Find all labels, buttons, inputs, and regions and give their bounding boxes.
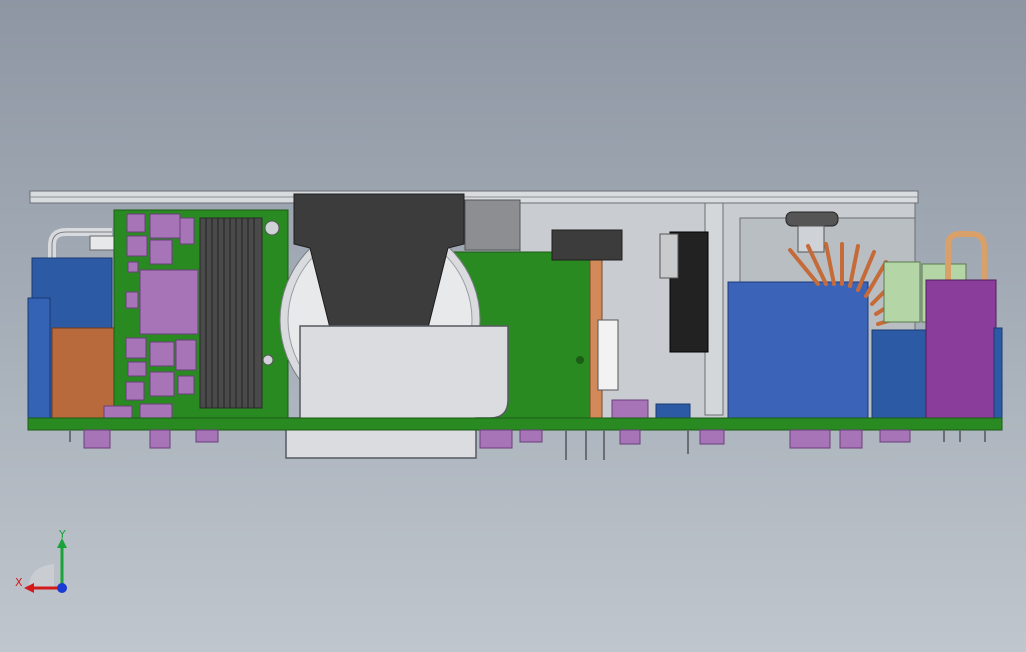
enclosure-bracket: [464, 199, 521, 251]
capacitor-copper-left: [51, 327, 115, 419]
capacitor-blue-right: [871, 329, 929, 421]
relay-housing: [551, 229, 623, 261]
power-supply-model[interactable]: [0, 0, 1026, 652]
bottom-components: [83, 429, 911, 449]
axis-y-label: Y: [58, 528, 66, 541]
axis-z-point: [57, 583, 67, 593]
mounting-screw-top: [264, 220, 280, 236]
capacitor-purple-right: [925, 279, 997, 421]
capacitor-blue-edge-right: [993, 327, 1003, 421]
small-ic-purple: [611, 399, 649, 419]
cover-plate: [285, 325, 509, 459]
cad-viewport[interactable]: Y X: [0, 0, 1026, 652]
heatsink-fins: [199, 217, 263, 409]
coordinate-triad-icon: Y X: [15, 528, 67, 593]
relay-body: [597, 319, 619, 391]
connector-block: [89, 235, 115, 251]
capacitor-blue-edge: [27, 297, 51, 419]
axis-x-label: X: [15, 576, 23, 589]
pcb-base-board: [27, 417, 1003, 431]
transformer-blue: [727, 281, 869, 421]
capacitor-green-1: [883, 261, 921, 323]
component-dot: [576, 356, 584, 364]
mounting-screw-mid: [262, 354, 274, 366]
small-capacitor-blue: [655, 403, 691, 419]
terminal-block: [659, 233, 679, 279]
fan-mount: [785, 211, 839, 227]
